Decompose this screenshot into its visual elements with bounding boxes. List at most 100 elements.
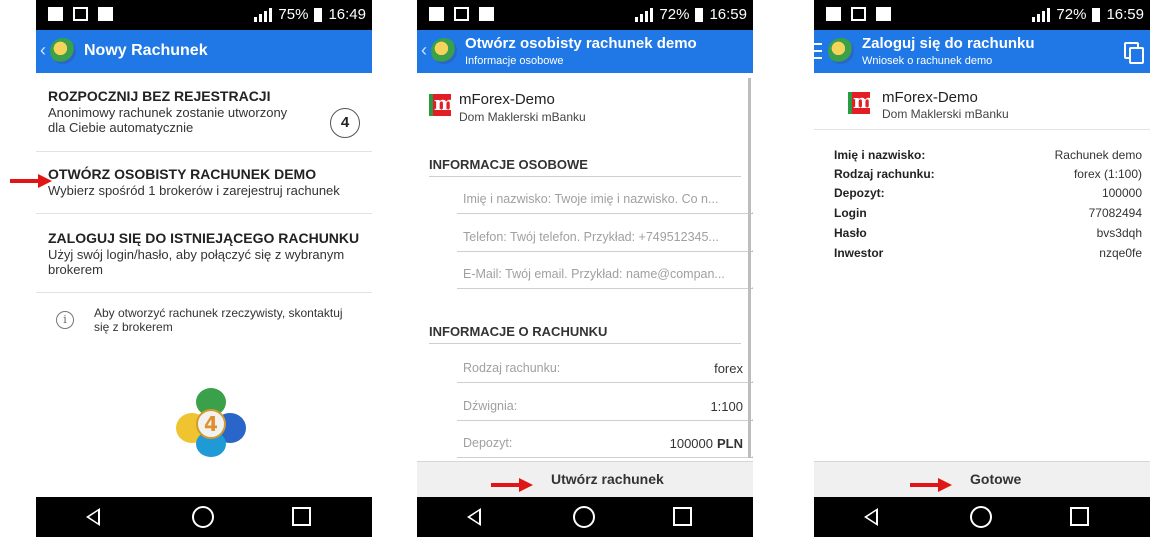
mbank-logo-icon [848, 89, 874, 114]
account-type-label: Rodzaj rachunku: [463, 361, 561, 375]
nav-recents-icon[interactable] [673, 507, 692, 526]
option-description: Wybierz spośród 1 brokerów i zarejestruj… [48, 183, 340, 198]
briefcase-notification-icon [98, 7, 113, 21]
deposit-select[interactable]: Depozyt: 100000 PLN [457, 428, 753, 458]
status-bar: 72% 16:59 [814, 0, 1150, 30]
clock: 16:59 [1106, 6, 1144, 23]
broker-company: Dom Maklerski mBanku [882, 107, 1009, 121]
status-bar: 72% 16:59 [417, 0, 753, 30]
detail-value: bvs3dqh [1096, 226, 1142, 240]
phone-new-account: 75% 16:49 ‹ Nowy Rachunek ROZPOCZNIJ BEZ… [36, 0, 372, 537]
phone-placeholder: Telefon: Twój telefon. Przykład: +749512… [463, 230, 719, 244]
copy-icon[interactable] [1124, 42, 1144, 64]
option-description: Anonimowy rachunek zostanie utworzony dl… [48, 105, 288, 135]
deposit-currency: PLN [717, 436, 743, 451]
option-title: ZALOGUJ SIĘ DO ISTNIEJĄCEGO RACHUNKU [48, 230, 360, 246]
nav-back-icon[interactable] [86, 508, 100, 526]
gallery-notification-icon [48, 7, 63, 21]
battery-percent: 75% [278, 6, 309, 23]
done-button[interactable]: Gotowe [814, 461, 1150, 497]
red-arrow-annotation [910, 478, 952, 492]
detail-key: Depozyt: [834, 186, 885, 200]
detail-key: Login [834, 206, 867, 220]
back-chevron-icon[interactable]: ‹ [40, 40, 46, 61]
email-field[interactable]: E-Mail: Twój email. Przykład: name@compa… [457, 261, 753, 289]
detail-value: forex (1:100) [1073, 167, 1142, 181]
option-title: OTWÓRZ OSOBISTY RACHUNEK DEMO [48, 166, 317, 182]
broker-name: mForex-Demo [459, 91, 555, 108]
phone-open-demo-account: 72% 16:59 ‹ Otwórz osobisty rachunek dem… [417, 0, 753, 537]
mbank-logo-icon [429, 91, 455, 116]
red-arrow-annotation [491, 478, 533, 492]
option-login-existing-account[interactable]: ZALOGUJ SIĘ DO ISTNIEJĄCEGO RACHUNKU Uży… [48, 230, 360, 277]
detail-key: Hasło [834, 226, 867, 240]
app-bar: ‹ Nowy Rachunek [36, 30, 372, 73]
app-bar: ‹ Otwórz osobisty rachunek demo Informac… [417, 30, 753, 73]
full-name-placeholder: Imię i nazwisko: Twoje imię i nazwisko. … [463, 192, 719, 206]
gallery-notification-icon [429, 7, 444, 21]
nav-back-icon[interactable] [864, 508, 878, 526]
divider [814, 129, 1150, 130]
metatrader-app-icon[interactable] [431, 38, 457, 64]
metatrader-app-icon[interactable] [828, 38, 854, 64]
leverage-label: Dźwignia: [463, 399, 518, 413]
nav-home-icon[interactable] [970, 506, 992, 528]
email-placeholder: E-Mail: Twój email. Przykład: name@compa… [463, 267, 725, 281]
broker-company: Dom Maklerski mBanku [459, 110, 586, 124]
back-chevron-icon[interactable]: ‹ [421, 40, 427, 61]
info-text: Aby otworzyć rachunek rzeczywisty, skont… [94, 306, 343, 334]
status-bar: 75% 16:49 [36, 0, 372, 30]
nav-home-icon[interactable] [192, 506, 214, 528]
page-title: Otwórz osobisty rachunek demo [465, 35, 697, 52]
nav-recents-icon[interactable] [292, 507, 311, 526]
account-type-select[interactable]: Rodzaj rachunku: forex [457, 353, 753, 383]
create-account-button[interactable]: Utwórz rachunek [417, 461, 753, 497]
battery-icon [314, 7, 323, 22]
notification-icon [851, 7, 866, 21]
done-label: Gotowe [970, 471, 1022, 487]
divider [36, 213, 372, 214]
section-personal-info: INFORMACJE OSOBOWE [429, 157, 588, 172]
page-subtitle: Informacje osobowe [465, 55, 564, 67]
create-account-label: Utwórz rachunek [551, 471, 664, 487]
briefcase-notification-icon [876, 7, 891, 21]
battery-icon [695, 7, 704, 22]
scrollbar[interactable] [748, 78, 751, 458]
detail-value: nzqe0fe [1099, 246, 1142, 260]
nav-recents-icon[interactable] [1070, 507, 1089, 526]
section-divider [429, 176, 741, 177]
signal-icon [254, 7, 273, 22]
nav-back-icon[interactable] [467, 508, 481, 526]
section-account-info: INFORMACJE O RACHUNKU [429, 324, 608, 339]
leverage-select[interactable]: Dźwignia: 1:100 [457, 391, 753, 421]
detail-value: Rachunek demo [1054, 148, 1142, 162]
detail-value: 77082494 [1088, 206, 1142, 220]
logo-digit: 4 [204, 412, 218, 436]
option-description: Użyj swój login/hasło, aby połączyć się … [48, 247, 345, 277]
detail-value: 100000 [1101, 186, 1142, 200]
option-open-demo-account[interactable]: OTWÓRZ OSOBISTY RACHUNEK DEMO Wybierz sp… [48, 166, 360, 198]
full-name-field[interactable]: Imię i nazwisko: Twoje imię i nazwisko. … [457, 186, 753, 214]
page-subtitle: Wniosek o rachunek demo [862, 55, 993, 67]
battery-percent: 72% [659, 6, 690, 23]
phone-field[interactable]: Telefon: Twój telefon. Przykład: +749512… [457, 224, 753, 252]
detail-row: Inwestor nzqe0fe [834, 246, 1142, 264]
system-nav-bar [36, 497, 372, 537]
leverage-value: 1:100 [710, 399, 743, 414]
option-start-without-registration[interactable]: ROZPOCZNIJ BEZ REJESTRACJI Anonimowy rac… [48, 88, 360, 138]
metatrader-4-logo-icon: 4 [176, 388, 246, 457]
app-bar: Zaloguj się do rachunku Wniosek o rachun… [814, 30, 1150, 73]
detail-row: Hasło bvs3dqh [834, 226, 1142, 244]
divider [36, 292, 372, 293]
clock: 16:49 [328, 6, 366, 23]
clock: 16:59 [709, 6, 747, 23]
system-nav-bar [417, 497, 753, 537]
menu-icon[interactable] [814, 43, 822, 59]
nav-home-icon[interactable] [573, 506, 595, 528]
gallery-notification-icon [826, 7, 841, 21]
signal-icon [1032, 7, 1051, 22]
divider [36, 151, 372, 152]
metatrader-app-icon[interactable] [50, 38, 76, 64]
detail-key: Imię i nazwisko: [834, 148, 926, 162]
broker-name: mForex-Demo [882, 89, 978, 106]
